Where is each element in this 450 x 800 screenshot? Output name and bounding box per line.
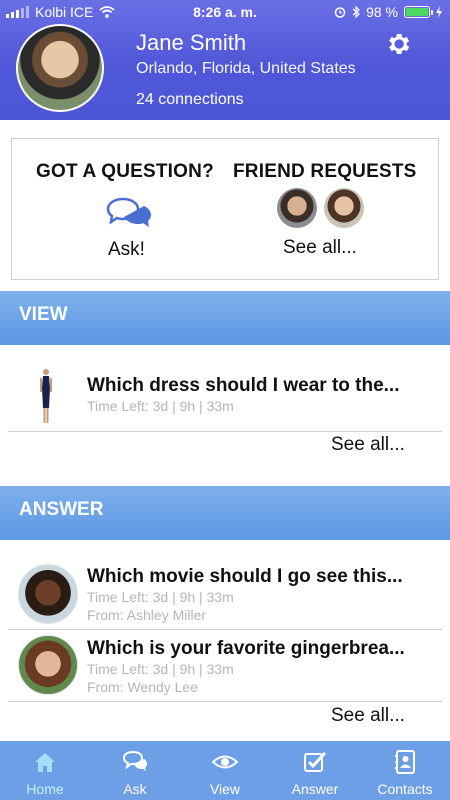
quick-actions-card: GOT A QUESTION? Ask! FRIEND REQUESTS See… bbox=[11, 138, 439, 280]
contact-card-icon bbox=[395, 750, 415, 774]
ask-chat-icon[interactable] bbox=[104, 195, 154, 233]
friend-requests-see-all-link[interactable]: See all... bbox=[283, 237, 357, 259]
checkbox-icon bbox=[304, 751, 327, 772]
battery-percent: 98 % bbox=[366, 4, 398, 20]
answer-section-title: ANSWER bbox=[19, 499, 104, 520]
divider bbox=[8, 431, 442, 432]
tab-label: Contacts bbox=[377, 781, 433, 797]
profile-name: Jane Smith bbox=[136, 30, 247, 55]
settings-gear-icon[interactable] bbox=[384, 30, 412, 58]
tab-ask[interactable]: Ask bbox=[90, 741, 180, 800]
friend-requests-title: FRIEND REQUESTS bbox=[233, 161, 417, 182]
profile-location: Orlando, Florida, United States bbox=[136, 60, 356, 77]
friend-request-avatar[interactable] bbox=[324, 188, 364, 228]
tab-label: View bbox=[209, 781, 241, 797]
answer-item-time-left: Time Left: 3d | 9h | 33m bbox=[87, 589, 234, 605]
answer-item-time-left: Time Left: 3d | 9h | 33m bbox=[87, 661, 234, 677]
answer-see-all-link[interactable]: See all... bbox=[331, 705, 405, 727]
answer-item-title[interactable]: Which movie should I go see this... bbox=[87, 566, 403, 588]
tab-home[interactable]: Home bbox=[0, 741, 90, 800]
friend-request-avatar[interactable] bbox=[277, 188, 317, 228]
status-bar: Kolbi ICE 8:26 a. m. 98 % bbox=[0, 0, 450, 24]
asker-avatar[interactable] bbox=[18, 564, 78, 624]
bottom-tab-bar: Home Ask View Answer Contacts bbox=[0, 741, 450, 800]
profile-avatar[interactable] bbox=[16, 24, 104, 112]
answer-item-title[interactable]: Which is your favorite gingerbrea... bbox=[87, 638, 405, 660]
question-card-title: GOT A QUESTION? bbox=[36, 161, 214, 182]
charging-icon bbox=[436, 6, 442, 18]
view-item-time-left: Time Left: 3d | 9h | 33m bbox=[87, 398, 234, 414]
home-icon bbox=[35, 753, 55, 772]
profile-header: Kolbi ICE 8:26 a. m. 98 % Jane Smith Orl… bbox=[0, 0, 450, 120]
view-section-title: VIEW bbox=[19, 304, 68, 325]
eye-icon bbox=[212, 755, 238, 769]
view-section-header: VIEW bbox=[0, 291, 450, 345]
answer-item-from: From: Wendy Lee bbox=[87, 679, 199, 695]
tab-view[interactable]: View bbox=[180, 741, 270, 800]
dress-thumbnail[interactable] bbox=[36, 368, 56, 426]
tab-contacts[interactable]: Contacts bbox=[360, 741, 450, 800]
tab-label: Home bbox=[26, 781, 64, 797]
bluetooth-icon bbox=[352, 6, 360, 18]
divider bbox=[8, 701, 442, 702]
view-item-title[interactable]: Which dress should I wear to the... bbox=[87, 375, 400, 397]
answer-item-from: From: Ashley Miller bbox=[87, 607, 207, 623]
alarm-icon bbox=[334, 7, 346, 18]
asker-avatar[interactable] bbox=[18, 635, 78, 695]
tab-label: Answer bbox=[291, 781, 339, 797]
tab-answer[interactable]: Answer bbox=[270, 741, 360, 800]
answer-section-header: ANSWER bbox=[0, 486, 450, 540]
divider bbox=[8, 629, 442, 630]
connections-count[interactable]: 24 connections bbox=[136, 91, 244, 109]
ask-button[interactable]: Ask! bbox=[108, 239, 145, 261]
tab-label: Ask bbox=[123, 781, 147, 797]
view-see-all-link[interactable]: See all... bbox=[331, 434, 405, 456]
chat-icon bbox=[122, 750, 147, 771]
battery-icon bbox=[404, 6, 433, 18]
